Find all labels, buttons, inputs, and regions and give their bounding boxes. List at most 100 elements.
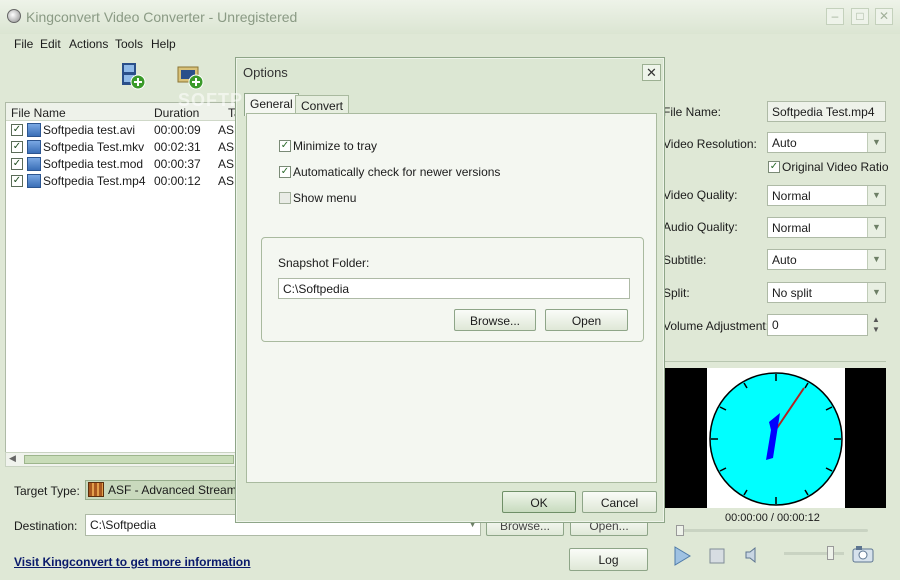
app-icon [7,9,21,23]
snapshot-folder-label: Snapshot Folder: [278,256,370,270]
title-bar: Kingconvert Video Converter - Unregister… [0,0,900,34]
show-menu-label: Show menu [293,191,357,205]
row-checkbox[interactable]: ✓ [11,175,23,187]
destination-value: C:\Softpedia [90,518,157,532]
table-row[interactable]: ✓ Softpedia Test.mp4 00:00:12 ASF [6,173,241,190]
dropdown-arrow-icon[interactable]: ▼ [867,283,885,302]
play-icon[interactable] [672,545,692,567]
cancel-button[interactable]: Cancel [582,491,657,513]
show-menu-checkbox[interactable] [279,192,291,204]
seek-handle[interactable] [676,525,684,536]
row-duration: 00:00:37 [154,157,201,171]
dialog-title: Options [243,65,288,80]
table-row[interactable]: ✓ Softpedia test.avi 00:00:09 ASF [6,122,241,139]
minimize-to-tray-label: Minimize to tray [293,139,378,153]
menu-actions[interactable]: Actions [69,37,108,51]
video-file-icon [27,174,41,188]
dropdown-arrow-icon[interactable]: ▼ [867,218,885,237]
log-button[interactable]: Log [569,548,648,571]
general-tab-panel: ✓ Minimize to tray ✓ Automatically check… [246,113,657,483]
horizontal-scrollbar[interactable]: ◀ [5,452,242,467]
video-file-icon [27,157,41,171]
table-row[interactable]: ✓ Softpedia Test.mkv 00:02:31 ASF [6,139,241,156]
split-value: No split [772,286,813,300]
video-quality-label: Video Quality: [663,188,738,202]
seek-bar[interactable] [678,529,868,532]
separator [664,361,886,362]
kingconvert-link[interactable]: Visit Kingconvert to get more informatio… [14,555,250,569]
row-checkbox[interactable]: ✓ [11,158,23,170]
volume-field[interactable]: 0 [767,314,868,336]
subtitle-label: Subtitle: [663,253,707,267]
volume-slider[interactable] [784,552,844,555]
video-resolution-select[interactable]: Auto ▼ [767,132,886,153]
menu-file[interactable]: File [14,37,33,51]
window-title: Kingconvert Video Converter - Unregister… [26,9,298,25]
video-quality-value: Normal [772,189,811,203]
video-resolution-value: Auto [772,136,797,150]
audio-quality-select[interactable]: Normal ▼ [767,217,886,238]
col-file-name[interactable]: File Name [11,106,66,120]
volume-label: Volume Adjustment: [663,319,770,333]
row-file-name: Softpedia Test.mp4 [43,174,146,188]
original-ratio-label: Original Video Ratio [782,160,889,174]
scrollbar-thumb[interactable] [24,455,234,464]
video-quality-select[interactable]: Normal ▼ [767,185,886,206]
maximize-button[interactable]: □ [851,8,869,25]
dropdown-arrow-icon[interactable]: ▼ [867,133,885,152]
time-readout: 00:00:00 / 00:00:12 [725,512,820,524]
film-add-icon[interactable] [119,62,147,90]
volume-handle[interactable] [827,546,834,560]
file-list[interactable]: File Name Duration Ta ✓ Softpedia test.a… [5,102,242,467]
snapshot-browse-button[interactable]: Browse... [454,309,536,331]
row-file-name: Softpedia test.mod [43,157,144,171]
row-file-name: Softpedia Test.mkv [43,140,145,154]
video-file-icon [27,140,41,154]
destination-label: Destination: [14,519,78,533]
video-file-icon [27,123,41,137]
options-dialog: Options ✕ SOFTPEDIA General Convert ✓ Mi… [178,57,665,523]
stop-icon[interactable] [709,548,725,564]
minimize-button[interactable]: – [826,8,844,25]
close-button[interactable]: ✕ [875,8,893,25]
split-select[interactable]: No split ▼ [767,282,886,303]
file-name-label: File Name: [663,105,722,119]
target-type-select[interactable]: ASF - Advanced Streaming [85,480,237,500]
video-resolution-label: Video Resolution: [663,137,757,151]
check-updates-checkbox[interactable]: ✓ [279,166,291,178]
file-name-field: Softpedia Test.mp4 [767,101,886,122]
snapshot-open-button[interactable]: Open [545,309,628,331]
volume-spinner-icon[interactable]: ▲ ▼ [872,315,880,335]
menu-help[interactable]: Help [151,37,176,51]
clock-preview-image [707,368,845,508]
minimize-to-tray-checkbox[interactable]: ✓ [279,140,291,152]
folder-add-icon[interactable] [177,62,205,90]
audio-quality-value: Normal [772,221,811,235]
film-strip-icon [88,482,104,497]
dropdown-arrow-icon[interactable]: ▼ [867,186,885,205]
subtitle-value: Auto [772,253,797,267]
row-file-name: Softpedia test.avi [43,123,136,137]
subtitle-select[interactable]: Auto ▼ [767,249,886,270]
row-checkbox[interactable]: ✓ [11,124,23,136]
snapshot-folder-input[interactable]: C:\Softpedia [278,278,630,299]
tab-convert[interactable]: Convert [295,95,350,115]
dialog-close-button[interactable]: ✕ [642,64,661,81]
target-type-label: Target Type: [14,484,80,498]
scroll-left-icon[interactable]: ◀ [9,453,16,464]
audio-quality-label: Audio Quality: [663,220,738,234]
row-duration: 00:00:12 [154,174,201,188]
check-updates-label: Automatically check for newer versions [293,165,501,179]
split-label: Split: [663,286,690,300]
original-ratio-checkbox[interactable]: ✓ [768,161,780,173]
snapshot-group: Snapshot Folder: C:\Softpedia Browse... … [261,237,644,342]
row-checkbox[interactable]: ✓ [11,141,23,153]
row-duration: 00:00:09 [154,123,201,137]
ok-button[interactable]: OK [502,491,576,513]
menu-tools[interactable]: Tools [115,37,143,51]
speaker-icon[interactable] [744,546,760,564]
menu-edit[interactable]: Edit [40,37,61,51]
snapshot-camera-icon[interactable] [852,545,874,563]
dropdown-arrow-icon[interactable]: ▼ [867,250,885,269]
table-row[interactable]: ✓ Softpedia test.mod 00:00:37 ASF [6,156,241,173]
